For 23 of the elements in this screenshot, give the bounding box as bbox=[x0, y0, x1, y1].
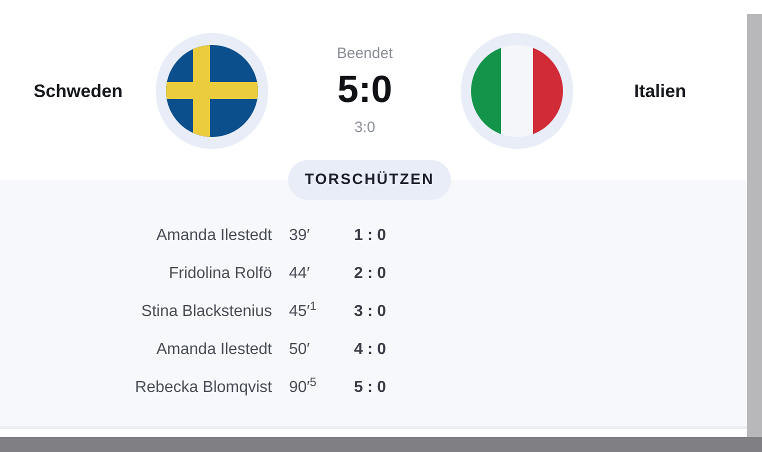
goal-minute: 44′ bbox=[289, 264, 311, 284]
match-status: Beendet bbox=[336, 44, 393, 64]
scorer-name: Amanda Ilestedt bbox=[155, 340, 272, 360]
running-score: 3 : 0 bbox=[354, 302, 386, 322]
scorer-name: Rebecka Blomqvist bbox=[134, 378, 272, 398]
goal-minute: 39′ bbox=[289, 226, 311, 246]
running-score: 2 : 0 bbox=[354, 264, 386, 284]
running-score: 5 : 0 bbox=[354, 378, 386, 398]
goal-minute: 50′ bbox=[289, 340, 311, 360]
section-header: TORSCHÜTZEN bbox=[288, 160, 451, 200]
flag-icon bbox=[166, 45, 258, 137]
halftime-score: 3:0 bbox=[354, 118, 376, 138]
flag-icon bbox=[471, 45, 564, 137]
scorer-name: Stina Blackstenius bbox=[140, 302, 272, 322]
scorer-name: Fridolina Rolfö bbox=[168, 264, 272, 284]
scorer-name: Amanda Ilestedt bbox=[155, 226, 272, 246]
running-score: 4 : 0 bbox=[354, 340, 386, 360]
away-team-name: Italien bbox=[634, 80, 686, 102]
home-team-name: Schweden bbox=[34, 80, 123, 102]
goal-minute: 90′$^{5}$ bbox=[289, 376, 318, 398]
running-score: 1 : 0 bbox=[354, 226, 386, 246]
goal-minute: 45′$^{1}$ bbox=[289, 300, 318, 322]
final-score: 5:0 bbox=[337, 68, 392, 114]
